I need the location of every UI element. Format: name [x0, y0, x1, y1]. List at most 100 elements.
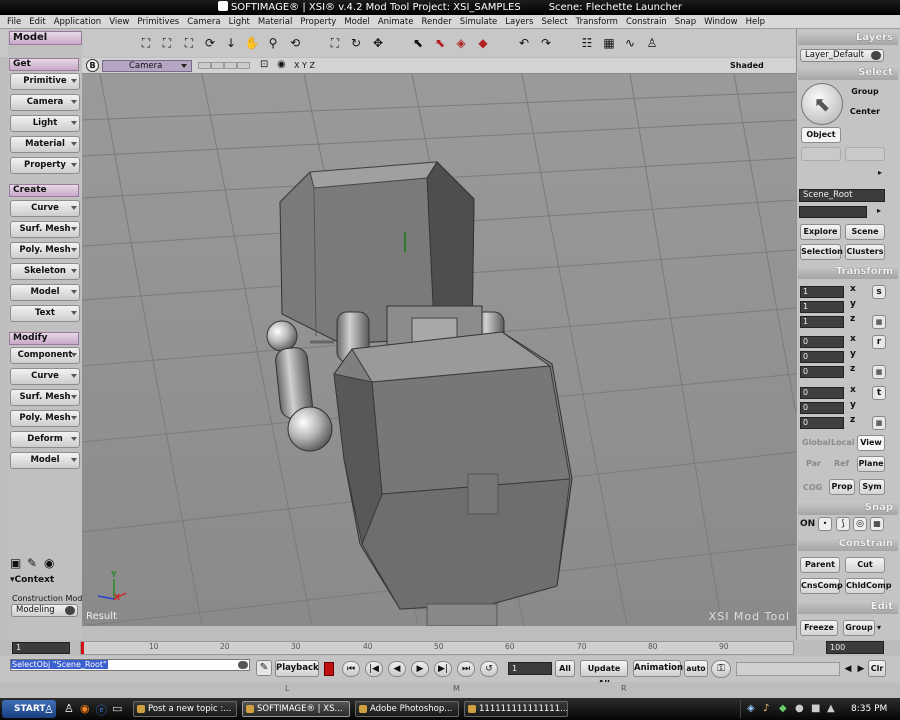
translate-x-field[interactable]: 0 — [800, 387, 844, 399]
zoom-icon[interactable]: ⚲ — [264, 34, 282, 52]
menu-application[interactable]: Application — [50, 15, 106, 28]
scale-y-field[interactable]: 1 — [800, 301, 844, 313]
scale-icon[interactable]: s — [872, 285, 886, 299]
animation-button[interactable]: Animation — [633, 660, 683, 677]
view-button[interactable]: View — [857, 435, 885, 451]
menu-camera[interactable]: Camera — [183, 15, 224, 28]
get-camera-button[interactable]: Camera — [10, 94, 80, 111]
create-surf-mesh-button[interactable]: Surf. Mesh — [10, 221, 80, 238]
menu-help[interactable]: Help — [742, 15, 769, 28]
first-frame-icon[interactable]: ⏮ — [342, 661, 360, 677]
modify-surf-mesh-button[interactable]: Surf. Mesh — [10, 389, 80, 406]
current-frame-field[interactable]: 1 — [508, 662, 552, 675]
undo-icon[interactable]: ↶ — [515, 34, 533, 52]
plane-button[interactable]: Plane — [857, 456, 885, 472]
tray-app-icon[interactable]: ■ — [811, 703, 820, 714]
sym-button[interactable]: Sym — [859, 479, 885, 495]
tray-app-icon[interactable]: ▲ — [827, 703, 835, 714]
select-polygon-icon[interactable]: ◆ — [474, 34, 492, 52]
animation-slider[interactable] — [736, 662, 840, 676]
context-label[interactable]: ▾Context — [10, 575, 54, 585]
scale-z-label[interactable]: z — [850, 314, 855, 324]
rotate-z-field[interactable]: 0 — [800, 366, 844, 378]
translate-x-label[interactable]: x — [850, 385, 856, 395]
get-light-button[interactable]: Light — [10, 115, 80, 132]
menu-model[interactable]: Model — [340, 15, 374, 28]
selection-secondary-field[interactable] — [799, 206, 867, 218]
menu-material[interactable]: Material — [254, 15, 297, 28]
menu-select[interactable]: Select — [537, 15, 571, 28]
select-filter-slot[interactable] — [801, 147, 841, 161]
translate-icon[interactable]: t — [872, 386, 886, 400]
scene-button[interactable]: Scene — [845, 224, 885, 240]
get-material-button[interactable]: Material — [10, 136, 80, 153]
quicklaunch-figure-icon[interactable]: ♙ — [64, 702, 74, 715]
3d-viewport[interactable]: Y X Result XSI Mod Tool — [82, 74, 796, 626]
update-all-button[interactable]: Update All — [580, 660, 628, 688]
next-key-icon[interactable]: ▶| — [434, 661, 452, 677]
rotate-view-icon[interactable]: ⟲ — [286, 34, 304, 52]
cameras-icon[interactable]: ⛶ — [137, 34, 155, 52]
camera-dolly-icon[interactable]: ⛶ — [180, 34, 198, 52]
ie-icon[interactable]: ⓔ — [96, 702, 107, 718]
timeline-track[interactable]: 10 20 30 40 50 60 70 80 90 — [80, 641, 794, 655]
key-icon[interactable]: ⚿ — [711, 660, 731, 678]
rotate-x-field[interactable]: 0 — [800, 336, 844, 348]
auto-key-button[interactable]: auto — [684, 660, 708, 677]
snap-curve-icon[interactable]: ⟆ — [836, 517, 850, 531]
scale-lock-icon[interactable]: ▦ — [872, 315, 886, 329]
menu-render[interactable]: Render — [417, 15, 455, 28]
script-editor-icon[interactable]: ✎ — [256, 660, 272, 676]
create-text-button[interactable]: Text — [10, 305, 80, 322]
get-property-button[interactable]: Property — [10, 157, 80, 174]
prev-key-icon[interactable]: |◀ — [365, 661, 383, 677]
palette-icon[interactable]: ◉ — [44, 556, 58, 570]
create-poly-mesh-button[interactable]: Poly. Mesh — [10, 242, 80, 259]
scale-x-label[interactable]: x — [850, 284, 856, 294]
record-key-icon[interactable] — [324, 662, 334, 676]
frame-all-icon[interactable]: ⛶ — [326, 34, 344, 52]
scroll-right-icon[interactable]: ▸ — [878, 168, 882, 177]
snap-points-icon[interactable]: • — [818, 517, 832, 531]
construction-mode-dropdown[interactable]: Modeling — [11, 604, 78, 617]
clock[interactable]: 8:35 PM — [851, 704, 887, 714]
modify-curve-button[interactable]: Curve — [10, 368, 80, 385]
menu-animate[interactable]: Animate — [374, 15, 418, 28]
chldcomp-button[interactable]: ChldComp — [845, 578, 891, 594]
scroll-right-icon[interactable]: ▸ — [877, 206, 881, 215]
selection-field[interactable]: Scene_Root — [799, 189, 885, 202]
loop-icon[interactable]: ↺ — [480, 661, 498, 677]
figure-icon[interactable]: ♙ — [643, 34, 661, 52]
ref-button[interactable]: Ref — [834, 459, 849, 468]
scale-z-field[interactable]: 1 — [800, 316, 844, 328]
center-button[interactable]: Center — [846, 105, 884, 121]
camera-track-icon[interactable]: ⛶ — [158, 34, 176, 52]
tools-icon[interactable]: ✎ — [27, 556, 41, 570]
parent-button[interactable]: Parent — [800, 557, 840, 573]
spreadsheet-icon[interactable]: ▦ — [600, 34, 618, 52]
task-post-topic[interactable]: Post a new topic :... — [133, 701, 237, 717]
modify-deform-button[interactable]: Deform — [10, 431, 80, 448]
last-frame-icon[interactable]: ⏭ — [457, 661, 475, 677]
menu-simulate[interactable]: Simulate — [456, 15, 502, 28]
tray-app-icon[interactable]: ● — [795, 703, 804, 714]
create-skeleton-button[interactable]: Skeleton — [10, 263, 80, 280]
start-button[interactable]: START ♙ — [2, 700, 56, 718]
rotate-x-label[interactable]: x — [850, 334, 856, 344]
timeline[interactable]: 1 10 20 30 40 50 60 70 80 90 100 — [0, 640, 900, 656]
move-icon[interactable]: ✥ — [369, 34, 387, 52]
browser-icon[interactable]: ◉ — [80, 702, 90, 715]
menu-edit[interactable]: Edit — [25, 15, 49, 28]
view-slots[interactable] — [198, 62, 250, 69]
group-button[interactable]: Group — [846, 85, 884, 101]
clusters-button[interactable]: Clusters — [845, 244, 885, 260]
menu-light[interactable]: Light — [225, 15, 254, 28]
select-edge-icon[interactable]: ◈ — [452, 34, 470, 52]
orbit-icon[interactable]: ⟳ — [201, 34, 219, 52]
command-line[interactable]: SelectObj "Scene_Root" — [10, 659, 250, 671]
object-button[interactable]: Object — [801, 127, 841, 143]
explore-button[interactable]: Explore — [800, 224, 841, 240]
menu-transform[interactable]: Transform — [572, 15, 622, 28]
pan-hand-icon[interactable]: ✋ — [243, 34, 261, 52]
viewport-letter-button[interactable]: B — [86, 59, 99, 72]
